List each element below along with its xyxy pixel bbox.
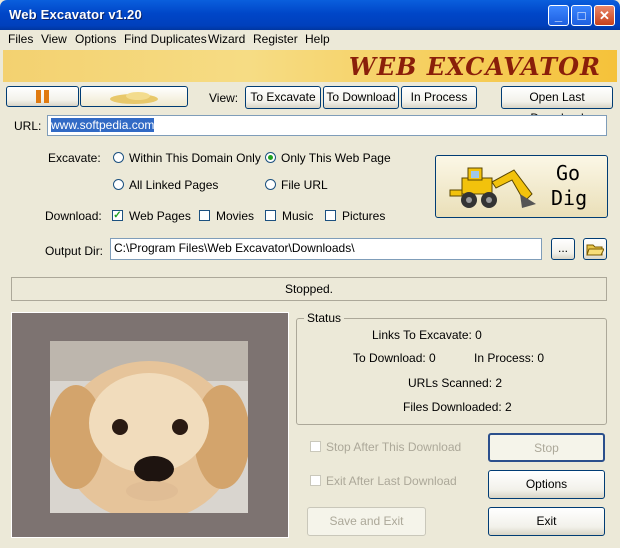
puppy-image	[50, 341, 248, 513]
menu-wizard[interactable]: Wizard	[208, 32, 245, 46]
menu-files[interactable]: Files	[8, 32, 33, 46]
save-exit-button[interactable]: Save and Exit	[307, 507, 426, 536]
minimize-icon: _	[554, 8, 563, 23]
radio-only-this-page[interactable]	[265, 152, 276, 163]
minimize-button[interactable]: _	[548, 5, 569, 26]
open-folder-icon	[586, 244, 605, 256]
banner: WEB EXCAVATOR	[3, 50, 617, 82]
sand-pile-icon	[110, 92, 158, 104]
url-value: www.softpedia.com	[51, 118, 155, 132]
radio-all-linked-pages[interactable]	[113, 179, 124, 190]
check-exit-after[interactable]	[310, 475, 321, 486]
pause-icon	[35, 90, 49, 103]
check-stop-after-label[interactable]: Stop After This Download	[326, 440, 461, 454]
download-label: Download:	[45, 209, 102, 223]
stop-button[interactable]: Stop	[488, 433, 605, 462]
menu-find-duplicates[interactable]: Find Duplicates	[124, 32, 207, 46]
view-label: View:	[209, 91, 239, 105]
to-download-count: To Download: 0	[353, 351, 436, 365]
check-music-label[interactable]: Music	[282, 209, 313, 223]
status-bar: Stopped.	[11, 277, 607, 301]
status-group-title: Status	[304, 311, 345, 325]
close-button[interactable]: ✕	[594, 5, 615, 26]
dig-animation-button[interactable]	[80, 86, 188, 107]
menu-help[interactable]: Help	[305, 32, 330, 46]
check-movies[interactable]	[199, 210, 210, 221]
links-to-excavate: Links To Excavate: 0	[372, 328, 482, 342]
check-web-pages-label[interactable]: Web Pages	[129, 209, 191, 223]
url-input[interactable]: www.softpedia.com	[47, 115, 607, 136]
in-process-count: In Process: 0	[474, 351, 545, 365]
go-label: Go	[556, 161, 581, 185]
pause-button[interactable]	[6, 86, 79, 107]
radio-within-domain[interactable]	[113, 152, 124, 163]
open-folder-button[interactable]	[583, 238, 607, 260]
check-movies-label[interactable]: Movies	[216, 209, 254, 223]
check-pictures-label[interactable]: Pictures	[342, 209, 385, 223]
radio-only-this-page-label[interactable]: Only This Web Page	[281, 151, 391, 165]
radio-file-url-label[interactable]: File URL	[281, 178, 328, 192]
browse-button[interactable]: ...	[551, 238, 575, 260]
radio-within-domain-label[interactable]: Within This Domain Only	[129, 151, 261, 165]
radio-all-linked-pages-label[interactable]: All Linked Pages	[129, 178, 218, 192]
check-pictures[interactable]	[325, 210, 336, 221]
maximize-icon: □	[577, 8, 586, 23]
menu-options[interactable]: Options	[75, 32, 116, 46]
go-dig-button[interactable]: Go Dig	[435, 155, 608, 218]
close-icon: ✕	[599, 8, 610, 23]
to-excavate-button[interactable]: To Excavate	[245, 86, 321, 109]
open-last-download-button[interactable]: Open Last Download	[501, 86, 613, 125]
check-music[interactable]	[265, 210, 276, 221]
radio-file-url[interactable]	[265, 179, 276, 190]
files-downloaded: Files Downloaded: 2	[403, 400, 512, 414]
options-button[interactable]: Options	[488, 470, 605, 499]
menu-bar: Files View Options Find Duplicates Wizar…	[0, 30, 620, 50]
maximize-button[interactable]: □	[571, 5, 592, 26]
menu-view[interactable]: View	[41, 32, 67, 46]
window-title: Web Excavator v1.20	[9, 7, 142, 22]
menu-register[interactable]: Register	[253, 32, 298, 46]
dig-label: Dig	[551, 186, 588, 210]
check-web-pages[interactable]: ✓	[112, 210, 123, 221]
excavate-label: Excavate:	[48, 151, 101, 165]
urls-scanned: URLs Scanned: 2	[408, 376, 503, 390]
image-panel	[11, 312, 289, 538]
to-download-button[interactable]: To Download	[323, 86, 399, 109]
exit-button[interactable]: Exit	[488, 507, 605, 536]
output-dir-label: Output Dir:	[45, 244, 104, 258]
excavator-icon	[449, 167, 536, 208]
in-process-button[interactable]: In Process	[401, 86, 477, 109]
check-stop-after[interactable]	[310, 441, 321, 452]
banner-title: WEB EXCAVATOR	[348, 52, 601, 81]
url-label: URL:	[14, 119, 42, 133]
output-dir-input[interactable]: C:\Program Files\Web Excavator\Downloads…	[110, 238, 542, 260]
check-exit-after-label[interactable]: Exit After Last Download	[326, 474, 457, 488]
